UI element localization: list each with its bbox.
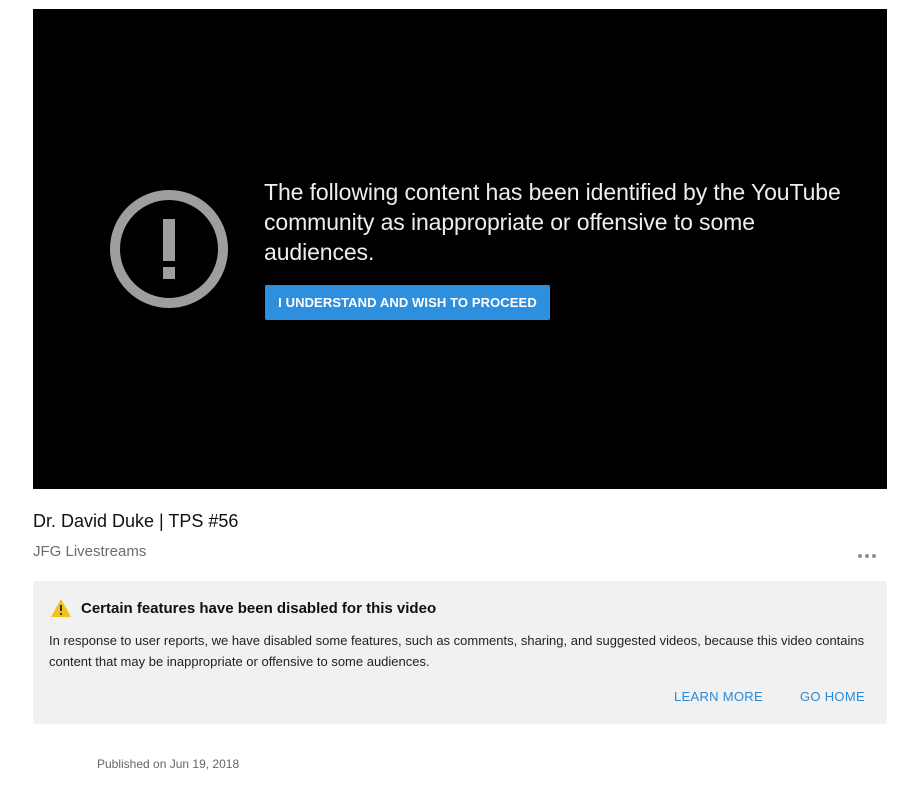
exclamation-circle-icon: [110, 190, 228, 308]
disabled-features-notice: Certain features have been disabled for …: [33, 581, 887, 724]
proceed-button[interactable]: I UNDERSTAND AND WISH TO PROCEED: [265, 285, 550, 320]
warning-triangle-icon: [51, 599, 71, 617]
go-home-link[interactable]: GO HOME: [800, 688, 865, 706]
published-date: Published on Jun 19, 2018: [97, 757, 240, 771]
notice-title: Certain features have been disabled for …: [81, 600, 437, 617]
video-title: Dr. David Duke | TPS #56: [33, 511, 239, 531]
more-actions-button[interactable]: [851, 546, 881, 566]
more-horizontal-icon: [858, 554, 876, 558]
notice-body: In response to user reports, we have dis…: [49, 633, 865, 669]
video-player[interactable]: The following content has been identifie…: [33, 9, 887, 489]
page: The following content has been identifie…: [0, 0, 902, 786]
learn-more-link[interactable]: LEARN MORE: [674, 688, 763, 706]
channel-name[interactable]: JFG Livestreams: [33, 542, 146, 562]
content-warning-message: The following content has been identifie…: [264, 179, 841, 265]
